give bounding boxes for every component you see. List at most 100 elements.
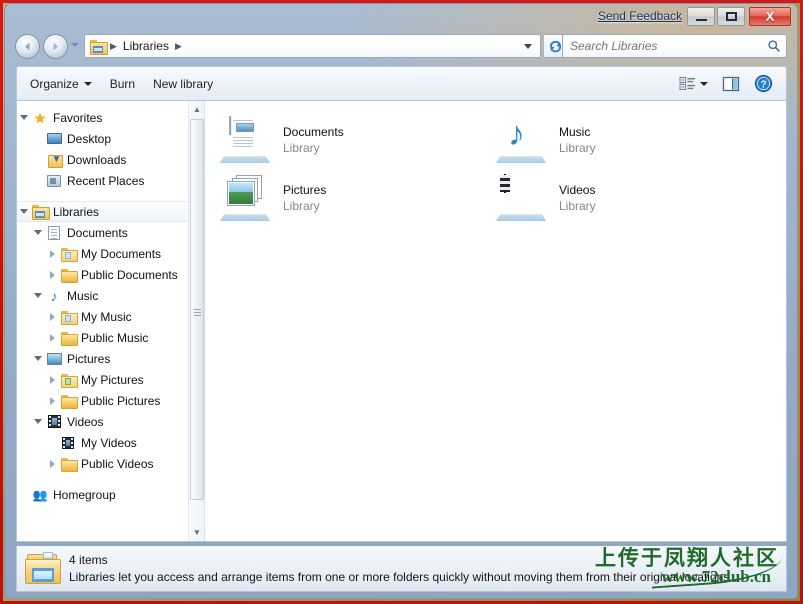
preview-pane-button[interactable] (717, 72, 745, 96)
sidebar-item-music[interactable]: ♪ Music (17, 285, 204, 306)
sidebar-label: Desktop (67, 131, 112, 146)
tile-name: Music (559, 125, 591, 139)
view-mode-icon (679, 76, 695, 90)
folder-icon (59, 456, 78, 472)
library-tile-documents[interactable]: Documents Library (213, 111, 489, 169)
forward-button[interactable] (43, 34, 68, 59)
tile-name: Documents (283, 125, 344, 139)
sidebar-label: My Documents (81, 246, 162, 261)
twisty-placeholder (31, 128, 45, 149)
twisty-open-icon[interactable] (31, 222, 45, 243)
status-bar: 4 items Libraries let you access and arr… (16, 546, 787, 592)
twisty-open-icon[interactable] (31, 348, 45, 369)
view-mode-chevron-down-icon[interactable] (700, 81, 708, 86)
twisty-closed-icon[interactable] (45, 327, 59, 348)
sidebar-item-my-music[interactable]: My Music (17, 306, 204, 327)
folder-icon (59, 267, 78, 283)
breadcrumb: ▶ Libraries ▶ (89, 38, 524, 55)
tile-subtitle: Library (283, 199, 320, 213)
documents-library-icon (217, 115, 273, 165)
sidebar-item-public-music[interactable]: Public Music (17, 327, 204, 348)
view-mode-button[interactable] (674, 72, 713, 95)
tile-name: Pictures (283, 183, 327, 197)
twisty-open-icon[interactable] (31, 411, 45, 432)
twisty-closed-icon[interactable] (45, 264, 59, 285)
sidebar-item-homegroup[interactable]: 👥 Homegroup (17, 484, 204, 505)
sidebar-item-favorites[interactable]: ★ Favorites (17, 107, 204, 128)
sidebar-item-my-documents[interactable]: My Documents (17, 243, 204, 264)
tile-subtitle: Library (283, 141, 320, 155)
sidebar-label: Favorites (53, 110, 103, 125)
folder-icon (59, 330, 78, 346)
burn-button[interactable]: Burn (101, 72, 144, 96)
sidebar-label: Documents (67, 225, 128, 240)
sidebar-label: Recent Places (67, 173, 145, 188)
sidebar-item-my-videos[interactable]: My Videos (17, 432, 204, 453)
back-button[interactable] (15, 34, 40, 59)
twisty-closed-icon[interactable] (45, 390, 59, 411)
address-dropdown-icon[interactable] (524, 43, 532, 49)
new-library-label: New library (153, 76, 214, 91)
libraries-folder-icon (25, 551, 61, 586)
twisty-closed-icon[interactable] (45, 369, 59, 390)
downloads-icon: ▼ (45, 152, 63, 168)
recent-places-icon (45, 173, 63, 189)
library-tile-grid: Documents Library ♪ Music Library Pictur… (213, 111, 786, 227)
help-button[interactable]: ? (749, 70, 778, 97)
videos-library-icon (493, 173, 549, 223)
folder-icon (59, 393, 78, 409)
document-icon (45, 225, 63, 241)
navigation-scrollbar[interactable]: ▲ ▼ (188, 101, 204, 541)
scroll-down-button[interactable]: ▼ (189, 524, 204, 541)
new-library-button[interactable]: New library (144, 72, 222, 96)
address-bar-row: ▶ Libraries ▶ (5, 30, 797, 64)
sidebar-item-videos[interactable]: Videos (17, 411, 204, 432)
twisty-closed-icon[interactable] (45, 453, 59, 474)
sidebar-item-recent-places[interactable]: Recent Places (17, 170, 204, 191)
svg-text:?: ? (760, 80, 766, 91)
navigation-tree: ★ Favorites Desktop ▼ Downloads Recent P… (17, 101, 204, 505)
breadcrumb-separator-0: ▶ (110, 40, 117, 51)
minimize-button[interactable] (687, 7, 715, 26)
pictures-icon (45, 351, 63, 367)
sidebar-item-public-pictures[interactable]: Public Pictures (17, 390, 204, 411)
twisty-open-icon[interactable] (31, 285, 45, 306)
address-bar[interactable]: ▶ Libraries ▶ (84, 34, 541, 58)
recent-pages-dropdown-icon[interactable] (71, 43, 79, 47)
send-feedback-link[interactable]: Send Feedback (598, 9, 682, 23)
sidebar-item-my-pictures[interactable]: My Pictures (17, 369, 204, 390)
sidebar-item-desktop[interactable]: Desktop (17, 128, 204, 149)
breadcrumb-item-libraries[interactable]: Libraries (120, 38, 172, 54)
twisty-closed-icon[interactable] (45, 243, 59, 264)
library-tile-music[interactable]: ♪ Music Library (489, 111, 765, 169)
scroll-up-button[interactable]: ▲ (189, 101, 204, 118)
tile-subtitle: Library (559, 141, 596, 155)
twisty-open-icon[interactable] (17, 107, 31, 128)
library-tile-videos[interactable]: Videos Library (489, 169, 765, 227)
sidebar-item-libraries[interactable]: Libraries (17, 201, 204, 222)
tree-group-gap (17, 191, 204, 201)
twisty-closed-icon[interactable] (45, 306, 59, 327)
status-description: Libraries let you access and arrange ite… (69, 570, 733, 584)
sidebar-item-downloads[interactable]: ▼ Downloads (17, 149, 204, 170)
my-pictures-icon (59, 372, 78, 388)
item-count: 4 items (69, 553, 108, 567)
organize-button[interactable]: Organize (21, 72, 101, 96)
breadcrumb-separator-1[interactable]: ▶ (174, 41, 183, 52)
close-button[interactable]: X (749, 7, 791, 26)
twisty-open-icon[interactable] (17, 202, 31, 221)
sidebar-item-pictures[interactable]: Pictures (17, 348, 204, 369)
sidebar-item-public-videos[interactable]: Public Videos (17, 453, 204, 474)
sidebar-item-public-documents[interactable]: Public Documents (17, 264, 204, 285)
search-box[interactable] (562, 34, 787, 58)
maximize-button[interactable] (717, 7, 745, 26)
file-list-pane: Documents Library ♪ Music Library Pictur… (205, 101, 786, 541)
sidebar-label: Public Pictures (81, 393, 161, 408)
forward-arrow-icon (53, 42, 58, 51)
sidebar-item-documents[interactable]: Documents (17, 222, 204, 243)
homegroup-icon: 👥 (32, 487, 48, 502)
scrollbar-thumb[interactable] (190, 119, 204, 500)
sidebar-label: Homegroup (53, 487, 116, 502)
search-input[interactable] (570, 39, 767, 53)
library-tile-pictures[interactable]: Pictures Library (213, 169, 489, 227)
